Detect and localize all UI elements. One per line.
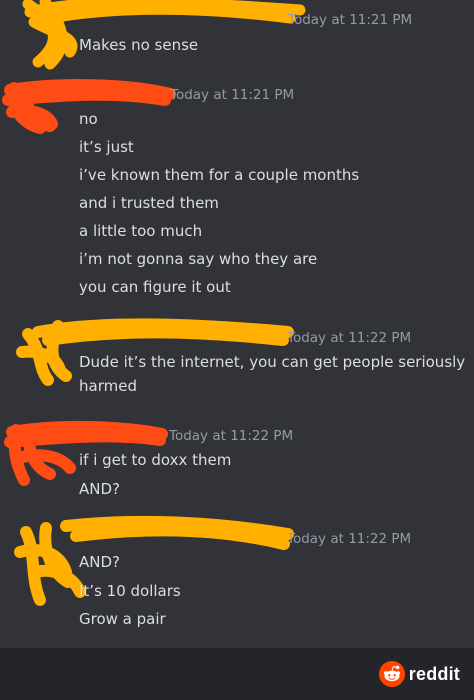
message-timestamp: Today at 11:21 PM [288,12,413,28]
message-text: it’s just [79,138,134,156]
chat-log: Today at 11:21 PM Makes no sense Today a… [0,0,474,648]
username-redaction-scribble [16,318,294,386]
message-timestamp: Today at 11:22 PM [287,531,412,547]
message-text: AND? [79,553,120,571]
message-timestamp: Today at 11:21 PM [170,87,295,103]
reddit-watermark: reddit [378,660,460,688]
reddit-wordmark: reddit [408,663,460,684]
message-text: Grow a pair [79,610,166,628]
message-text: if i get to doxx them [79,451,232,469]
username-redaction-scribble [2,79,176,134]
message-text: you can figure it out [79,278,231,296]
message-text: AND? [79,480,120,498]
message-timestamp: Today at 11:22 PM [169,428,294,444]
message-text: i’m not gonna say who they are [79,250,318,268]
message-text: and i trusted them [79,194,219,212]
message-text: harmed [79,377,137,395]
message-timestamp: Today at 11:22 PM [287,330,412,346]
message-text: a little too much [79,222,203,240]
message-text: It’s 10 dollars [79,582,181,600]
message-text: i’ve known them for a couple months [79,166,360,184]
reddit-watermark-bar: reddit [0,648,474,700]
reddit-snoo-icon [378,661,405,687]
message-text: no [79,110,98,128]
message-text: Makes no sense [79,36,199,54]
message-text: Dude it’s the internet, you can get peop… [79,353,466,371]
